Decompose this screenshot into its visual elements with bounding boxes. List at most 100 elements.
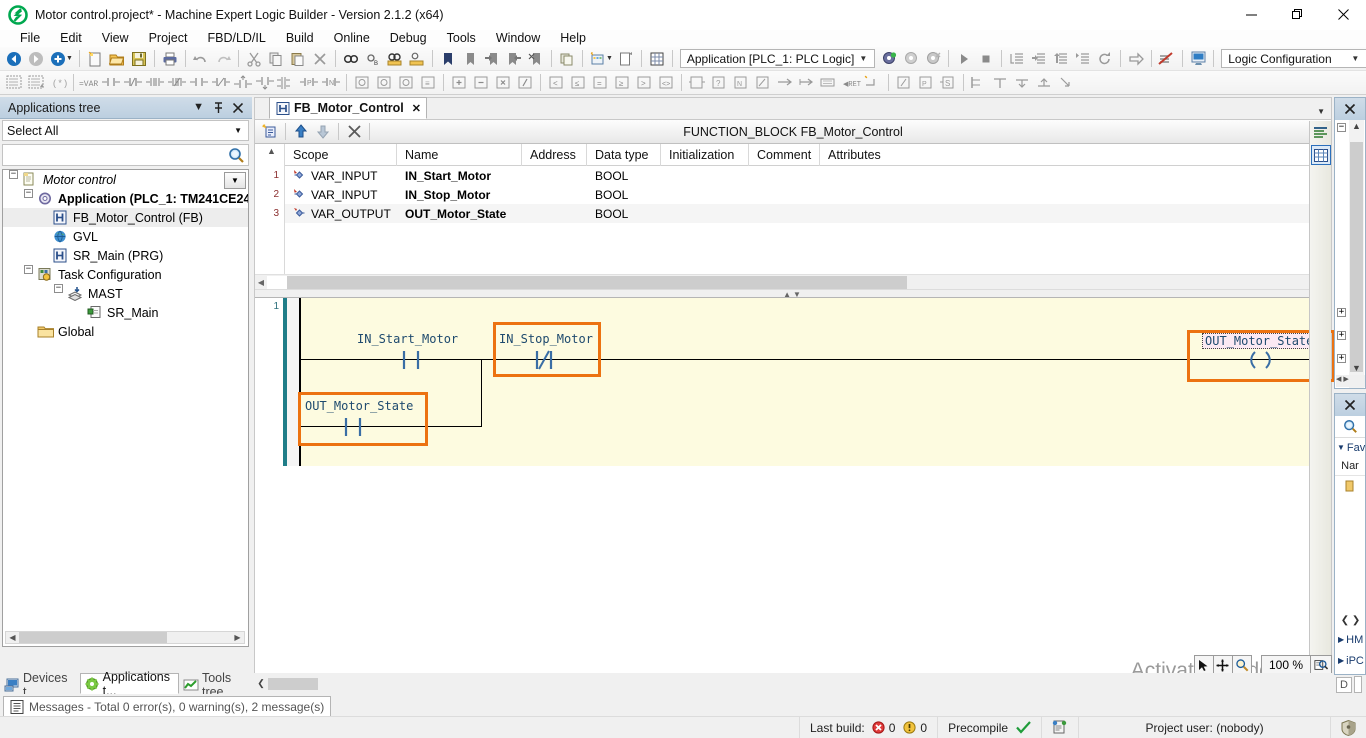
panel-dropdown-icon[interactable]: ▼	[193, 102, 204, 113]
expander-icon[interactable]: +	[1337, 331, 1346, 340]
breakpoint-off-icon[interactable]	[1156, 48, 1178, 70]
continue-icon[interactable]	[1125, 48, 1147, 70]
contact-parallel-neg-icon[interactable]	[166, 72, 188, 94]
properties-icon[interactable]	[615, 48, 637, 70]
box-in-icon[interactable]	[373, 72, 395, 94]
return-icon[interactable]: ◀RET	[840, 72, 862, 94]
bookmark-toggle-icon[interactable]	[437, 48, 459, 70]
column-header-datatype[interactable]: Data type	[587, 144, 661, 166]
mul-icon[interactable]	[492, 72, 514, 94]
expander-icon[interactable]: −	[54, 284, 63, 293]
menu-fbd-ld-il[interactable]: FBD/LD/IL	[197, 30, 275, 47]
coil-label-out-motor-state[interactable]: OUT_Motor_State	[1202, 333, 1317, 349]
scroll-left-arrow-icon[interactable]: ◀	[6, 633, 19, 642]
step-into-icon[interactable]	[1028, 48, 1050, 70]
tree-search-box[interactable]	[2, 144, 249, 166]
tree-view-dropdown[interactable]: ▼	[224, 172, 246, 189]
paste-icon[interactable]	[287, 48, 309, 70]
right-dock-vertical-scrollbar[interactable]: ▲ ▼	[1349, 120, 1364, 388]
collapse-arrow-icon[interactable]: ▲	[267, 146, 276, 156]
expander-icon[interactable]: −	[24, 265, 33, 274]
menu-tools[interactable]: Tools	[437, 30, 486, 47]
bookmark-next-icon[interactable]	[481, 48, 503, 70]
lt-icon[interactable]: <	[545, 72, 567, 94]
gear-red-icon[interactable]	[922, 48, 944, 70]
right-dock-horizontal-scrollbar[interactable]: ◀ ▶	[1336, 375, 1365, 387]
chevron-down-icon[interactable]: ▼	[1337, 443, 1345, 452]
menu-debug[interactable]: Debug	[380, 30, 437, 47]
network-1[interactable]: IN_Start_Motor IN_Stop_Motor OUT_Motor_S…	[298, 298, 1335, 466]
display-mode-icon[interactable]	[587, 48, 609, 70]
branch-icon[interactable]	[276, 72, 298, 94]
tree-item-motor-control[interactable]: − Motor control	[3, 170, 248, 189]
replace-in-files-icon[interactable]	[406, 48, 428, 70]
coil-set-icon[interactable]	[232, 72, 254, 94]
scrollbar-thumb[interactable]	[1350, 142, 1363, 372]
contact-icon[interactable]	[100, 72, 122, 94]
column-header-comment[interactable]: Comment	[749, 144, 820, 166]
tree-item-fb-motor-control[interactable]: FB_Motor_Control (FB)	[3, 208, 248, 227]
step-out-icon[interactable]	[1050, 48, 1072, 70]
chevron-down-icon[interactable]: ▼	[1346, 54, 1364, 63]
contact-neg-icon[interactable]	[122, 72, 144, 94]
undo-icon[interactable]	[190, 48, 212, 70]
label-icon[interactable]	[818, 72, 840, 94]
chevron-down-icon[interactable]: ▼	[234, 126, 248, 135]
coil-reset-icon[interactable]	[254, 72, 276, 94]
textual-view-icon[interactable]	[1311, 123, 1331, 143]
tree-item-task-configuration[interactable]: − Task Configuration	[3, 265, 248, 284]
menu-online[interactable]: Online	[324, 30, 380, 47]
pn-icon[interactable]: P	[915, 72, 937, 94]
gt-icon[interactable]: >	[633, 72, 655, 94]
column-header-scope[interactable]: Scope	[285, 144, 397, 166]
expander-icon[interactable]: −	[24, 189, 33, 198]
right-dock-tab-extra[interactable]	[1353, 676, 1362, 693]
navigate-forward-icon[interactable]	[25, 48, 47, 70]
ne-icon[interactable]: <>	[655, 72, 677, 94]
table-row[interactable]: VAR_INPUT IN_Stop_Motor BOOL	[285, 185, 1309, 204]
editor-splitter[interactable]: ▲▼	[255, 289, 1331, 299]
scroll-right-arrow-icon[interactable]: ▶	[231, 633, 244, 642]
tree-item-mast[interactable]: − MAST	[3, 284, 248, 303]
scrollbar-thumb[interactable]	[19, 632, 167, 643]
ge-icon[interactable]: ≥	[611, 72, 633, 94]
navigate-back-icon[interactable]	[3, 48, 25, 70]
chevron-right-icon[interactable]: ▶	[1338, 635, 1344, 644]
tab-tools-tree[interactable]: Tools tree	[179, 671, 252, 699]
find-icon[interactable]	[340, 48, 362, 70]
box-out-icon[interactable]	[395, 72, 417, 94]
scrollbar-thumb[interactable]	[268, 677, 318, 690]
chevron-down-icon[interactable]: ▼	[854, 54, 872, 63]
scroll-down-arrow-icon[interactable]: ▼	[1349, 363, 1364, 373]
name-column-header[interactable]: Nar	[1335, 457, 1365, 476]
close-branch-icon[interactable]	[990, 72, 1012, 94]
div-icon[interactable]	[514, 72, 536, 94]
zoom-select-icon[interactable]	[1311, 655, 1332, 675]
new-file-icon[interactable]	[84, 48, 106, 70]
favorites-group-header[interactable]: ▼ Fav	[1335, 438, 1365, 457]
library-item[interactable]	[1335, 476, 1365, 495]
group-hm[interactable]: ▶ HM	[1336, 630, 1365, 649]
find-in-files-icon[interactable]	[384, 48, 406, 70]
column-header-initialization[interactable]: Initialization	[661, 144, 749, 166]
eq-icon[interactable]: =	[589, 72, 611, 94]
contact-label-out-motor-state[interactable]: OUT_Motor_State	[305, 399, 413, 413]
network-append-icon[interactable]	[25, 72, 47, 94]
menu-help[interactable]: Help	[550, 30, 596, 47]
connection-segment[interactable]	[1042, 716, 1080, 738]
redo-icon[interactable]	[212, 48, 234, 70]
add-icon[interactable]	[448, 72, 470, 94]
library-pager[interactable]: ❮ ❯	[1336, 612, 1365, 628]
bookmark-clear-icon[interactable]	[525, 48, 547, 70]
shield-segment[interactable]	[1331, 717, 1366, 738]
replace-icon[interactable]: B	[362, 48, 384, 70]
messages-tab[interactable]: Messages - Total 0 error(s), 0 warning(s…	[3, 696, 332, 716]
right-dock-tab-stub[interactable]: D	[1336, 674, 1366, 695]
contact-rising-icon[interactable]: P	[298, 72, 320, 94]
menu-edit[interactable]: Edit	[50, 30, 92, 47]
column-header-attributes[interactable]: Attributes	[820, 144, 1020, 166]
close-icon[interactable]: ✕	[412, 102, 421, 115]
maximize-button[interactable]	[1274, 0, 1320, 30]
login-icon[interactable]	[1187, 48, 1209, 70]
tree-horizontal-scrollbar[interactable]: ◀ ▶	[5, 631, 245, 644]
